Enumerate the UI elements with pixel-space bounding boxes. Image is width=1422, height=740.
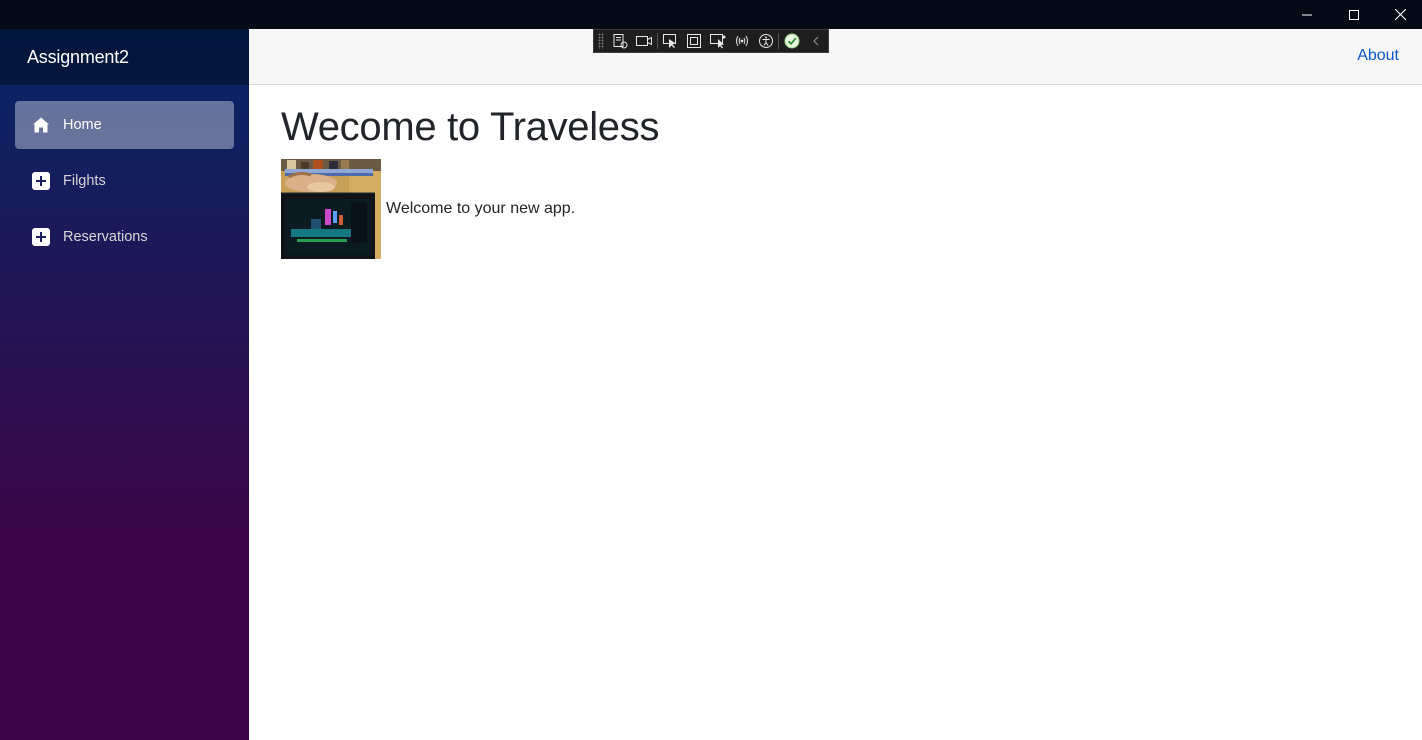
toolbar-separator [656, 33, 658, 49]
maximize-button[interactable] [1331, 0, 1377, 29]
xaml-debug-toolbar [593, 29, 829, 53]
nav-menu: Home Filghts Reservations [0, 85, 249, 261]
brand-link[interactable]: Assignment2 [27, 47, 129, 68]
track-focus-icon[interactable] [706, 30, 730, 52]
sidebar-item-label: Filghts [63, 173, 106, 189]
sidebar-item-flights[interactable]: Filghts [15, 157, 234, 205]
top-row: About [249, 29, 1422, 85]
record-icon[interactable] [632, 30, 656, 52]
sidebar-item-home[interactable]: Home [15, 101, 234, 149]
accessibility-icon[interactable] [754, 30, 778, 52]
minimize-icon [1302, 14, 1312, 15]
brand-row: Assignment2 [0, 29, 249, 85]
close-icon [1394, 9, 1406, 20]
collapse-chevron-icon[interactable] [804, 30, 828, 52]
sidebar-item-label: Reservations [63, 229, 148, 245]
content-row: Welcome to your new app. [281, 159, 659, 259]
sidebar-item-reservations[interactable]: Reservations [15, 213, 234, 261]
minimize-button[interactable] [1284, 0, 1330, 29]
display-layout-adorners-icon[interactable] [682, 30, 706, 52]
sidebar: Assignment2 Home Filghts Reservations [0, 29, 249, 740]
cat-photo [281, 159, 381, 259]
close-button[interactable] [1377, 0, 1422, 29]
page-title: Wecome to Traveless [281, 105, 660, 149]
home-icon [32, 116, 50, 134]
sidebar-item-label: Home [63, 117, 102, 133]
toolbar-separator [778, 33, 780, 49]
binding-failures-icon[interactable] [730, 30, 754, 52]
about-link[interactable]: About [1357, 47, 1399, 65]
select-element-icon[interactable] [659, 30, 683, 52]
plus-icon [32, 228, 50, 246]
plus-icon [32, 172, 50, 190]
toolbar-grip[interactable] [598, 33, 604, 49]
window-title-bar [0, 0, 1422, 29]
live-visual-tree-icon[interactable] [608, 30, 632, 52]
hot-reload-status-icon[interactable] [780, 30, 804, 52]
welcome-text: Welcome to your new app. [386, 200, 576, 217]
maximize-icon [1349, 9, 1359, 20]
main-content: Wecome to Traveless Welcome to your new … [281, 85, 659, 259]
